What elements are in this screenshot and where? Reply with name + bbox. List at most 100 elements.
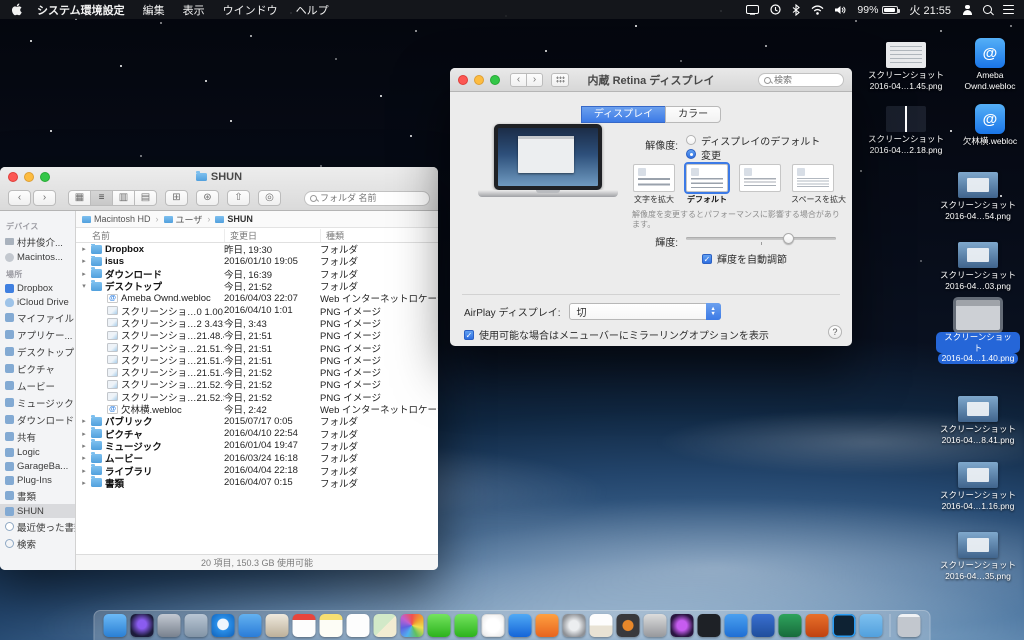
sidebar-item-macintosh-hd[interactable]: Macintos...: [0, 250, 75, 264]
table-row[interactable]: スクリーンショ…0 1.00.54.png 2016/04/10 1:01 PN…: [76, 304, 438, 318]
minimize-button[interactable]: [474, 74, 484, 85]
sidebar-item-shun[interactable]: SHUN: [0, 504, 75, 518]
dock-system-preferences-icon[interactable]: [562, 614, 586, 637]
search-input[interactable]: [320, 193, 424, 203]
sidebar-item-downloads[interactable]: ダウンロード: [0, 411, 75, 428]
radio-button[interactable]: [686, 135, 696, 145]
desktop-icon-screenshot-03[interactable]: スクリーンショット 2016-04…03.png: [936, 236, 1020, 291]
dock-powerpoint-icon[interactable]: [805, 614, 829, 637]
radio-button[interactable]: [686, 149, 696, 159]
disclosure-triangle-icon[interactable]: ▸: [80, 467, 88, 475]
scaled-option-more-space-2[interactable]: スペースを拡大: [791, 164, 846, 205]
tab-display[interactable]: ディスプレイ: [580, 106, 667, 123]
dock-logic-pro-icon[interactable]: [643, 614, 667, 637]
list-view-button[interactable]: ≡: [90, 190, 113, 206]
dock-mission-control-icon[interactable]: [184, 614, 208, 637]
prefs-search-field[interactable]: [758, 73, 844, 87]
spotlight-icon[interactable]: [983, 5, 992, 14]
table-row[interactable]: スクリーンショ…21.51.16.png 今日, 21:51 PNG イメージ: [76, 341, 438, 355]
menu-bar-clock[interactable]: 火 21:55: [909, 2, 951, 18]
dock-photos-icon[interactable]: [400, 614, 424, 637]
disclosure-triangle-icon[interactable]: ▾: [80, 282, 88, 290]
notification-center-icon[interactable]: [1003, 5, 1014, 14]
dock-imovie-icon[interactable]: [670, 614, 694, 637]
desktop-icon-ameba-ownd-webloc[interactable]: Ameba Ownd.webloc: [948, 36, 1024, 91]
sidebar-item-search[interactable]: 検索: [0, 535, 75, 552]
desktop-icon-screenshot-140[interactable]: スクリーンショット 2016-04…1.40.png: [936, 298, 1020, 364]
time-machine-icon[interactable]: [770, 4, 781, 15]
forward-button[interactable]: ›: [526, 72, 543, 87]
scaled-option-more-space-1[interactable]: [738, 164, 782, 205]
table-row[interactable]: ▸ isus 2016/01/10 19:05 フォルダ: [76, 255, 438, 268]
back-button[interactable]: ‹: [8, 190, 31, 206]
prefs-title-bar[interactable]: ‹ › 内蔵 Retina ディスプレイ: [450, 68, 852, 92]
desktop-icon-screenshot-54[interactable]: スクリーンショット 2016-04…54.png: [936, 166, 1020, 221]
table-row[interactable]: ▸ パブリック 2015/07/17 0:05 フォルダ: [76, 414, 438, 428]
bluetooth-icon[interactable]: [792, 3, 801, 16]
resolution-thumbnail[interactable]: [633, 164, 675, 192]
dock-calendar-icon[interactable]: [292, 614, 316, 637]
tab-color[interactable]: カラー: [665, 106, 722, 123]
crumb-users[interactable]: ユーザ: [163, 213, 216, 226]
menu-edit[interactable]: 編集: [134, 2, 174, 18]
table-row[interactable]: スクリーンショ…2 3.43.03.png 今日, 3:43 PNG イメージ: [76, 317, 438, 330]
sidebar-item-documents[interactable]: 書類: [0, 487, 75, 504]
table-row[interactable]: スクリーンショ…21.52.35.png 今日, 21:52 PNG イメージ: [76, 391, 438, 404]
dock-reminders-icon[interactable]: [346, 614, 370, 637]
table-row[interactable]: スクリーンショ…21.48.41.png 今日, 21:51 PNG イメージ: [76, 329, 438, 342]
dock-notes-icon[interactable]: [319, 614, 343, 637]
table-row[interactable]: ▸ Dropbox 昨日, 19:30 フォルダ: [76, 243, 438, 256]
coverflow-view-button[interactable]: ▤: [134, 190, 157, 206]
finder-search-field[interactable]: [304, 190, 430, 206]
dock-app-store-icon[interactable]: [508, 614, 532, 637]
display-mirroring-icon[interactable]: [746, 4, 760, 15]
dock-itunes-icon[interactable]: [481, 614, 505, 637]
sidebar-header-places[interactable]: 場所: [0, 264, 75, 281]
dock-facetime-icon[interactable]: [454, 614, 478, 637]
tags-button[interactable]: ◎: [258, 190, 281, 206]
desktop-icon-screenshot-145[interactable]: スクリーンショット 2016-04…1.45.png: [864, 36, 948, 91]
table-row[interactable]: ▾ デスクトップ 今日, 21:52 フォルダ: [76, 279, 438, 293]
back-button[interactable]: ‹: [510, 72, 527, 87]
desktop-icon-screenshot-218[interactable]: スクリーンショット 2016-04…2.18.png: [864, 100, 948, 155]
forward-button[interactable]: ›: [33, 190, 56, 206]
column-header-date-modified[interactable]: 変更日: [224, 228, 320, 242]
dock-excel-icon[interactable]: [778, 614, 802, 637]
menu-help[interactable]: ヘルプ: [287, 2, 338, 18]
resolution-thumbnail[interactable]: [792, 164, 834, 192]
sidebar-item-icloud-drive[interactable]: iCloud Drive: [0, 295, 75, 309]
sidebar-item-music[interactable]: ミュージック: [0, 394, 75, 411]
resolution-thumbnail[interactable]: [684, 162, 730, 194]
minimize-button[interactable]: [24, 171, 34, 182]
table-row[interactable]: スクリーンショ…21.52.18.png 今日, 21:52 PNG イメージ: [76, 378, 438, 391]
finder-title-bar[interactable]: SHUN: [0, 167, 438, 186]
auto-brightness-checkbox[interactable]: [702, 253, 712, 264]
dock-contacts-icon[interactable]: [265, 614, 289, 637]
zoom-button[interactable]: [490, 74, 500, 85]
dock-downloads-folder-icon[interactable]: [859, 614, 883, 637]
table-row[interactable]: ▸ ライブラリ 2016/04/04 22:18 フォルダ: [76, 464, 438, 478]
sidebar-item-this-mac[interactable]: 村井俊介...: [0, 233, 75, 250]
table-row[interactable]: ▸ 書類 2016/04/07 0:15 フォルダ: [76, 476, 438, 490]
menu-window[interactable]: ウインドウ: [214, 2, 287, 18]
disclosure-triangle-icon[interactable]: ▸: [80, 479, 88, 487]
sidebar-item-desktop[interactable]: デスクトップ: [0, 343, 75, 360]
brightness-slider[interactable]: [686, 232, 836, 245]
mirroring-checkbox[interactable]: [464, 329, 474, 340]
dock-photoshop-icon[interactable]: [832, 614, 856, 637]
sidebar-item-garageband[interactable]: GarageBa...: [0, 459, 75, 473]
disclosure-triangle-icon[interactable]: ▸: [80, 245, 88, 253]
scaled-option-default[interactable]: デフォルト: [684, 162, 730, 205]
column-header-kind[interactable]: 種類: [320, 228, 438, 242]
column-view-button[interactable]: ▥: [112, 190, 135, 206]
sidebar-item-movies[interactable]: ムービー: [0, 377, 75, 394]
prefs-search-input[interactable]: [774, 75, 838, 85]
zoom-button[interactable]: [40, 171, 50, 182]
dock-ibooks-icon[interactable]: [535, 614, 559, 637]
desktop-icon-kabayashi-webloc[interactable]: 欠林横.webloc: [948, 102, 1024, 147]
show-all-button[interactable]: [551, 72, 569, 87]
disclosure-triangle-icon[interactable]: ▸: [80, 454, 88, 462]
desktop-icon-screenshot-35[interactable]: スクリーンショット 2016-04…35.png: [936, 526, 1020, 581]
airplay-select[interactable]: 切 ▲ ▼: [568, 303, 721, 320]
table-row[interactable]: ▸ ミュージック 2016/01/04 19:47 フォルダ: [76, 439, 438, 453]
